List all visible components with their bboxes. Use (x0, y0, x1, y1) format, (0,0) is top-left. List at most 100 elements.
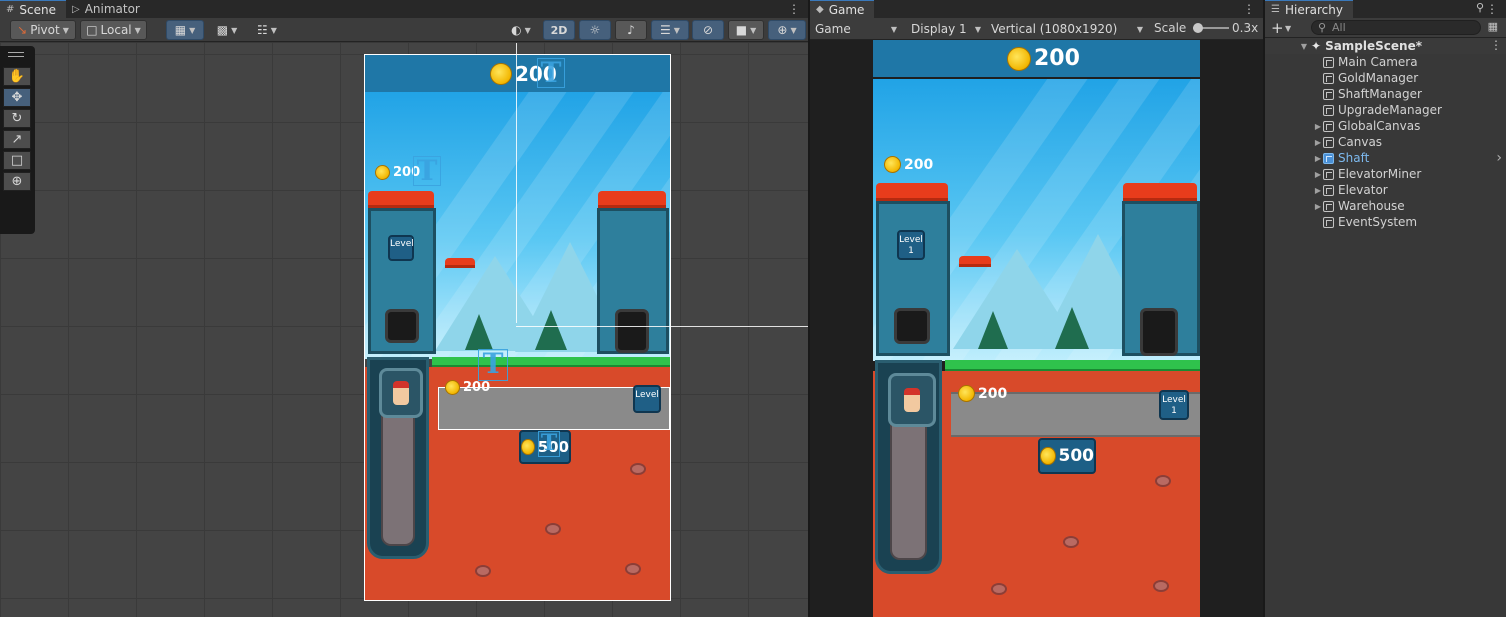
coin-icon (521, 439, 535, 455)
text-gizmo-icon[interactable]: T (537, 58, 565, 88)
chevron-down-icon: ▼ (134, 25, 141, 35)
hierarchy-item[interactable]: EventSystem (1265, 214, 1506, 230)
eye-hidden-icon: ⊘ (702, 23, 714, 37)
tab-scene[interactable]: # Scene (0, 0, 66, 18)
grid-snap-button[interactable]: ▦ ▼ (166, 20, 204, 40)
chevron-down-icon[interactable]: ▼ (1285, 24, 1291, 33)
grass-strip (432, 356, 670, 368)
tab-animator[interactable]: ▷ Animator (66, 0, 150, 18)
game-render[interactable]: 200 200 Level 1 200 Level 1 500 (873, 40, 1200, 617)
scene-root[interactable]: ▼ ✦ SampleScene* (1299, 38, 1506, 54)
hierarchy-item[interactable]: ▶ Canvas (1265, 134, 1506, 150)
rotate-tool-button[interactable]: ↻ (3, 109, 31, 128)
hierarchy-item[interactable]: ▶ GlobalCanvas (1265, 118, 1506, 134)
scene-menu-icon[interactable]: ⋮ (1490, 38, 1502, 52)
effects-toggle[interactable]: ☰ ▼ (651, 20, 689, 40)
shaft-level-badge[interactable]: Level 1 (897, 230, 925, 260)
more-options-icon[interactable]: ⋮ (1486, 2, 1498, 16)
left-tower-roof (876, 183, 948, 201)
more-options-icon[interactable]: ⋮ (1243, 2, 1255, 16)
expand-arrow-icon[interactable]: ▼ (1299, 42, 1309, 51)
text-gizmo-icon[interactable]: T (478, 349, 508, 381)
hierarchy-item-label: Elevator (1338, 183, 1388, 197)
ore-rock (1063, 536, 1079, 548)
chevron-down-icon: ▼ (231, 25, 238, 35)
hierarchy-item[interactable]: ▶ Shaft › (1265, 150, 1506, 166)
hierarchy-item[interactable]: ShaftManager (1265, 86, 1506, 102)
level-label: Level (390, 239, 414, 249)
right-tower-roof (1123, 183, 1197, 201)
tunnel-level-badge[interactable]: Level 1 (1159, 390, 1189, 420)
shaft-level-badge[interactable]: Level (388, 235, 414, 261)
hierarchy-item[interactable]: ▶ Warehouse (1265, 198, 1506, 214)
game-viewport[interactable]: 200 200 Level 1 200 Level 1 500 (810, 40, 1263, 617)
tower-window (894, 308, 930, 344)
resolution-dropdown[interactable]: Vertical (1080x1920) ▼ (986, 19, 1148, 39)
tunnel-level-badge[interactable]: Level (633, 385, 661, 413)
text-gizmo-icon[interactable]: T (538, 431, 560, 457)
increment-snap-button[interactable]: ▩ ▼ (209, 20, 245, 40)
camera-settings-button[interactable]: ■ ▼ (728, 20, 764, 40)
lock-icon[interactable]: ⚲ (1476, 1, 1484, 14)
miner-sprite (393, 381, 409, 405)
scale-slider[interactable] (1193, 23, 1229, 33)
add-icon[interactable]: + (1271, 19, 1284, 37)
expand-arrow-icon[interactable]: ▶ (1313, 154, 1323, 163)
more-options-icon[interactable]: ⋮ (788, 2, 800, 16)
hand-tool-button[interactable]: ✋ (3, 67, 31, 86)
lighting-toggle[interactable]: ☼ (579, 20, 611, 40)
tab-hierarchy[interactable]: ☰ Hierarchy (1265, 0, 1353, 18)
game-mode-dropdown[interactable]: Game ▼ (810, 19, 902, 39)
expand-arrow-icon[interactable]: ▶ (1313, 138, 1323, 147)
chevron-down-icon: ▼ (673, 25, 680, 35)
draw-mode-button[interactable]: ◐ ▼ (503, 20, 539, 40)
scale-tool-button[interactable]: ↗ (3, 130, 31, 149)
expand-arrow-icon[interactable]: ▶ (1313, 170, 1323, 179)
hierarchy-item[interactable]: ▶ ElevatorMiner (1265, 166, 1506, 182)
text-gizmo-icon[interactable]: T (413, 156, 441, 186)
grass-strip (944, 359, 1200, 371)
scene-viewport[interactable]: ✋ ✥ ↻ ↗ □ ⊕ 200 200 Level 200 Level 500 … (0, 43, 808, 617)
scene-game-canvas[interactable]: 200 200 Level 200 Level 500 (365, 55, 670, 600)
display-dropdown[interactable]: Display 1 ▼ (906, 19, 986, 39)
pipe-nozzle (445, 258, 475, 268)
hierarchy-item[interactable]: UpgradeManager (1265, 102, 1506, 118)
move-tool-button[interactable]: ✥ (3, 88, 31, 107)
2d-toggle-button[interactable]: 2D (543, 20, 575, 40)
hierarchy-item[interactable]: ▶ Elevator (1265, 182, 1506, 198)
local-dropdown[interactable]: □ Local ▼ (80, 20, 147, 40)
elevator-miner[interactable] (888, 373, 936, 427)
audio-toggle[interactable]: ♪ (615, 20, 647, 40)
hierarchy-item-label: ElevatorMiner (1338, 167, 1422, 181)
local-label: Local (100, 23, 132, 37)
visibility-toggle[interactable]: ⊘ (692, 20, 724, 40)
animator-icon: ▷ (71, 3, 80, 15)
gizmos-button[interactable]: ⊕ ▼ (768, 20, 806, 40)
hierarchy-item[interactable]: Main Camera (1265, 54, 1506, 70)
rect-icon: □ (10, 153, 24, 168)
ore-rock (625, 563, 641, 575)
expand-arrow-icon[interactable]: ▶ (1313, 202, 1323, 211)
rotate-icon: ↻ (11, 111, 23, 126)
upgrade-cost: 500 (1058, 446, 1095, 466)
hierarchy-search-input[interactable]: ⚲ All (1311, 20, 1481, 35)
scene-root-row[interactable]: ▼ ✦ SampleScene* ⋮ (1265, 38, 1506, 54)
transform-tool-button[interactable]: ⊕ (3, 172, 31, 191)
rect-tool-button[interactable]: □ (3, 151, 31, 170)
elevator-miner[interactable] (379, 368, 423, 418)
ruler-button[interactable]: ☷ ▼ (249, 20, 285, 40)
hierarchy-item[interactable]: GoldManager (1265, 70, 1506, 86)
tab-game[interactable]: ◆ Game (810, 0, 875, 18)
upgrade-button[interactable]: 500 (1038, 438, 1096, 474)
prefab-open-icon[interactable]: › (1496, 150, 1502, 166)
tower-window (385, 309, 419, 343)
filter-icon[interactable]: ▦ (1488, 20, 1498, 33)
slider-knob[interactable] (1193, 23, 1203, 33)
expand-arrow-icon[interactable]: ▶ (1313, 122, 1323, 131)
miner-sprite (904, 388, 920, 412)
game-toolbar: Game ▼ Display 1 ▼ Vertical (1080x1920) … (810, 18, 1263, 40)
gameobject-cube-icon (1323, 136, 1334, 148)
expand-arrow-icon[interactable]: ▶ (1313, 186, 1323, 195)
pivot-dropdown[interactable]: ↘ Pivot ▼ (10, 20, 76, 40)
drag-handle-icon[interactable] (8, 52, 24, 57)
